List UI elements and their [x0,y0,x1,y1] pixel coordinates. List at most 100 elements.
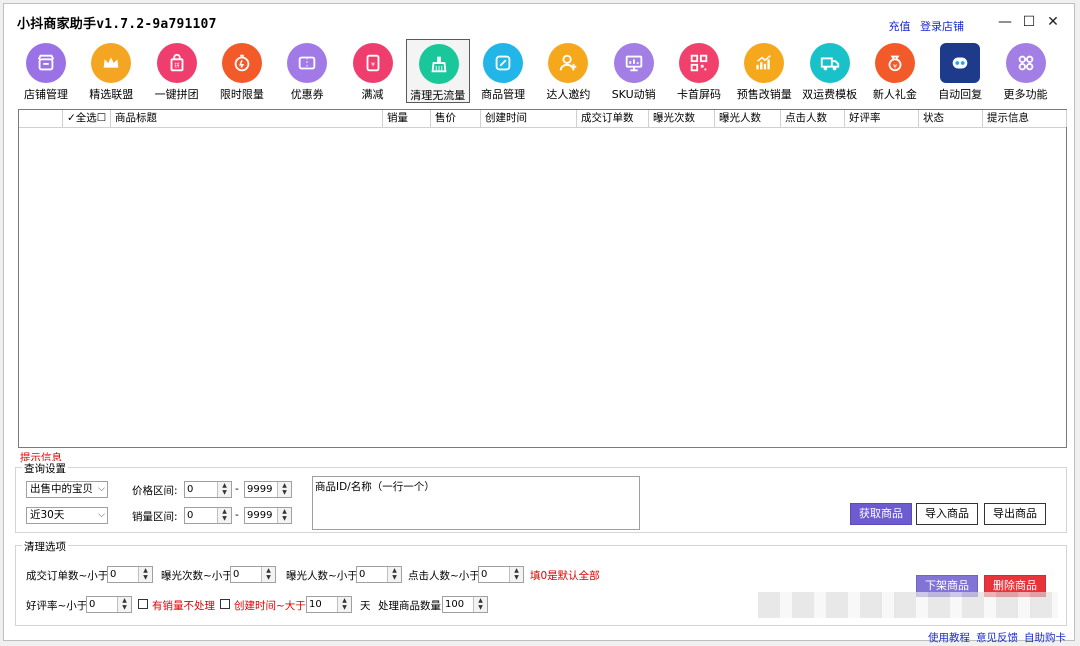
spin-arrows-icon[interactable]: ▲ ▼ [337,597,351,612]
product-ids-textarea[interactable]: 商品ID/名称（一行一个） [312,476,640,530]
monitor-icon [613,43,654,83]
toolbar-button-timer[interactable]: 限时限量 [210,39,274,103]
sales-range-label: 销量区间: [132,511,178,523]
batch-count-label: 处理商品数量 [378,600,441,612]
toolbar-button-red-envelope[interactable]: ¥ 满减 [341,39,405,103]
spin-arrows-icon[interactable]: ▲ ▼ [473,597,487,612]
range-dash: - [235,483,239,495]
query-group-label: 查询设置 [22,461,68,476]
chevron-down-icon: ⌵ [98,510,105,520]
spin-arrows-icon[interactable]: ▲ ▼ [217,482,231,497]
column-header[interactable]: 商品标题 [111,110,383,127]
viewers-input[interactable] [357,567,389,582]
exposure-stepper[interactable]: ▲▼ [230,566,276,583]
toolbar-label: 满减 [361,88,384,101]
skip-sold-checkbox[interactable] [138,599,148,609]
column-header[interactable]: 成交订单数 [577,110,649,127]
login-shop-link[interactable]: 登录店铺 [920,20,964,33]
created-after-label: 创建时间~大于 [234,600,306,612]
toolbar-button-qrcode[interactable]: 卡首屏码 [667,39,731,103]
toolbar-button-user-add[interactable]: 达人邀约 [536,39,600,103]
exposure-input[interactable] [231,567,263,582]
spin-arrows-icon[interactable]: ▲ ▼ [387,567,401,582]
crown-icon [91,43,132,83]
minimize-button[interactable]: — [996,13,1014,31]
viewers-label: 曝光人数~小于 [286,570,358,582]
recharge-link[interactable]: 充值 [889,20,911,33]
toolbar-button-crown[interactable]: 精选联盟 [79,39,143,103]
column-header[interactable]: 售价 [431,110,481,127]
app-window: 小抖商家助手v1.7.2-9a791107 充值 登录店铺 — ☐ ✕ 店铺管理… [3,3,1075,644]
toolbar-button-chart-up[interactable]: 预售改销量 [732,39,796,103]
sales-min-input[interactable] [185,508,219,523]
price-max-stepper[interactable]: ▲▼ [244,481,292,498]
toolbar-button-edit[interactable]: 商品管理 [471,39,535,103]
toolbar-button-monitor[interactable]: SKU动销 [602,39,666,103]
column-header[interactable]: 创建时间 [481,110,577,127]
query-settings-group: 查询设置 出售中的宝贝 ⌵ 近30天 ⌵ 价格区间: ▲▼ - ▲▼ 销量区间: ▲… [15,461,1067,533]
batch-count-stepper[interactable]: ▲▼ [442,596,488,613]
export-products-button[interactable]: 导出商品 [984,503,1046,525]
sales-max-stepper[interactable]: ▲▼ [244,507,292,524]
spin-arrows-icon[interactable]: ▲ ▼ [138,567,152,582]
column-header[interactable]: 状态 [919,110,983,127]
column-header[interactable] [19,110,63,127]
rating-input[interactable] [87,597,119,612]
toolbar-button-money-bag[interactable]: ¥ 新人礼金 [863,39,927,103]
price-min-stepper[interactable]: ▲▼ [184,481,232,498]
spin-arrows-icon[interactable]: ▲ ▼ [277,508,291,523]
toolbar-button-truck[interactable]: 双运费模板 [798,39,862,103]
price-max-input[interactable] [245,482,279,497]
exposure-label: 曝光次数~小于 [161,570,233,582]
toolbar-button-coupon[interactable]: 优惠券 [275,39,339,103]
sales-max-input[interactable] [245,508,279,523]
toolbar-button-shopping-bag[interactable]: 拼一键拼团 [145,39,209,103]
self-service-card-link[interactable]: 自助购卡 [1024,630,1066,645]
spin-arrows-icon[interactable]: ▲ ▼ [261,567,275,582]
timer-icon [221,43,262,83]
toolbar-button-shop[interactable]: 店铺管理 [14,39,78,103]
column-header[interactable]: 曝光人数 [715,110,781,127]
orders-input[interactable] [108,567,140,582]
close-button[interactable]: ✕ [1044,13,1062,31]
column-header[interactable]: 销量 [383,110,431,127]
product-table[interactable]: ✓全选☐ 商品标题 销量 售价 创建时间 成交订单数 曝光次数 曝光人数 点击人数 好评率 状态 提示… [18,109,1067,448]
viewers-stepper[interactable]: ▲▼ [356,566,402,583]
svg-text:拼: 拼 [174,62,180,70]
spin-arrows-icon[interactable]: ▲ ▼ [277,482,291,497]
column-header[interactable]: 点击人数 [781,110,845,127]
created-days-input[interactable] [307,597,339,612]
top-links: 充值 登录店铺 [883,18,965,34]
toolbar-button-broom[interactable]: 清理无流量 [405,39,470,103]
feedback-link[interactable]: 意见反馈 [976,630,1018,645]
created-after-checkbox[interactable] [220,599,230,609]
maximize-button[interactable]: ☐ [1020,13,1038,31]
toolbar-button-apps[interactable]: 更多功能 [994,39,1058,103]
rating-stepper[interactable]: ▲▼ [86,596,132,613]
import-products-button[interactable]: 导入商品 [916,503,978,525]
spin-arrows-icon[interactable]: ▲ ▼ [117,597,131,612]
clicks-input[interactable] [479,567,511,582]
red-envelope-icon: ¥ [352,43,393,83]
column-header[interactable]: 曝光次数 [649,110,715,127]
tutorial-link[interactable]: 使用教程 [928,630,970,645]
broom-icon [418,44,459,84]
coupon-icon [287,43,328,83]
sales-min-stepper[interactable]: ▲▼ [184,507,232,524]
column-header[interactable]: 提示信息 [983,110,1067,127]
toolbar-button-robot[interactable]: 自动回复 [928,39,992,103]
price-min-input[interactable] [185,482,219,497]
batch-count-input[interactable] [443,597,475,612]
spin-arrows-icon[interactable]: ▲ ▼ [509,567,523,582]
clean-group-label: 清理选项 [22,539,68,554]
created-days-stepper[interactable]: ▲▼ [306,596,352,613]
orders-stepper[interactable]: ▲▼ [107,566,153,583]
status-select[interactable]: 出售中的宝贝 ⌵ [26,481,108,498]
column-header[interactable]: ✓全选☐ [63,110,111,127]
clicks-stepper[interactable]: ▲▼ [478,566,524,583]
fetch-products-button[interactable]: 获取商品 [850,503,912,525]
column-header[interactable]: 好评率 [845,110,919,127]
spin-arrows-icon[interactable]: ▲ ▼ [217,508,231,523]
period-select[interactable]: 近30天 ⌵ [26,507,108,524]
toolbar-label: 清理无流量 [410,89,466,102]
